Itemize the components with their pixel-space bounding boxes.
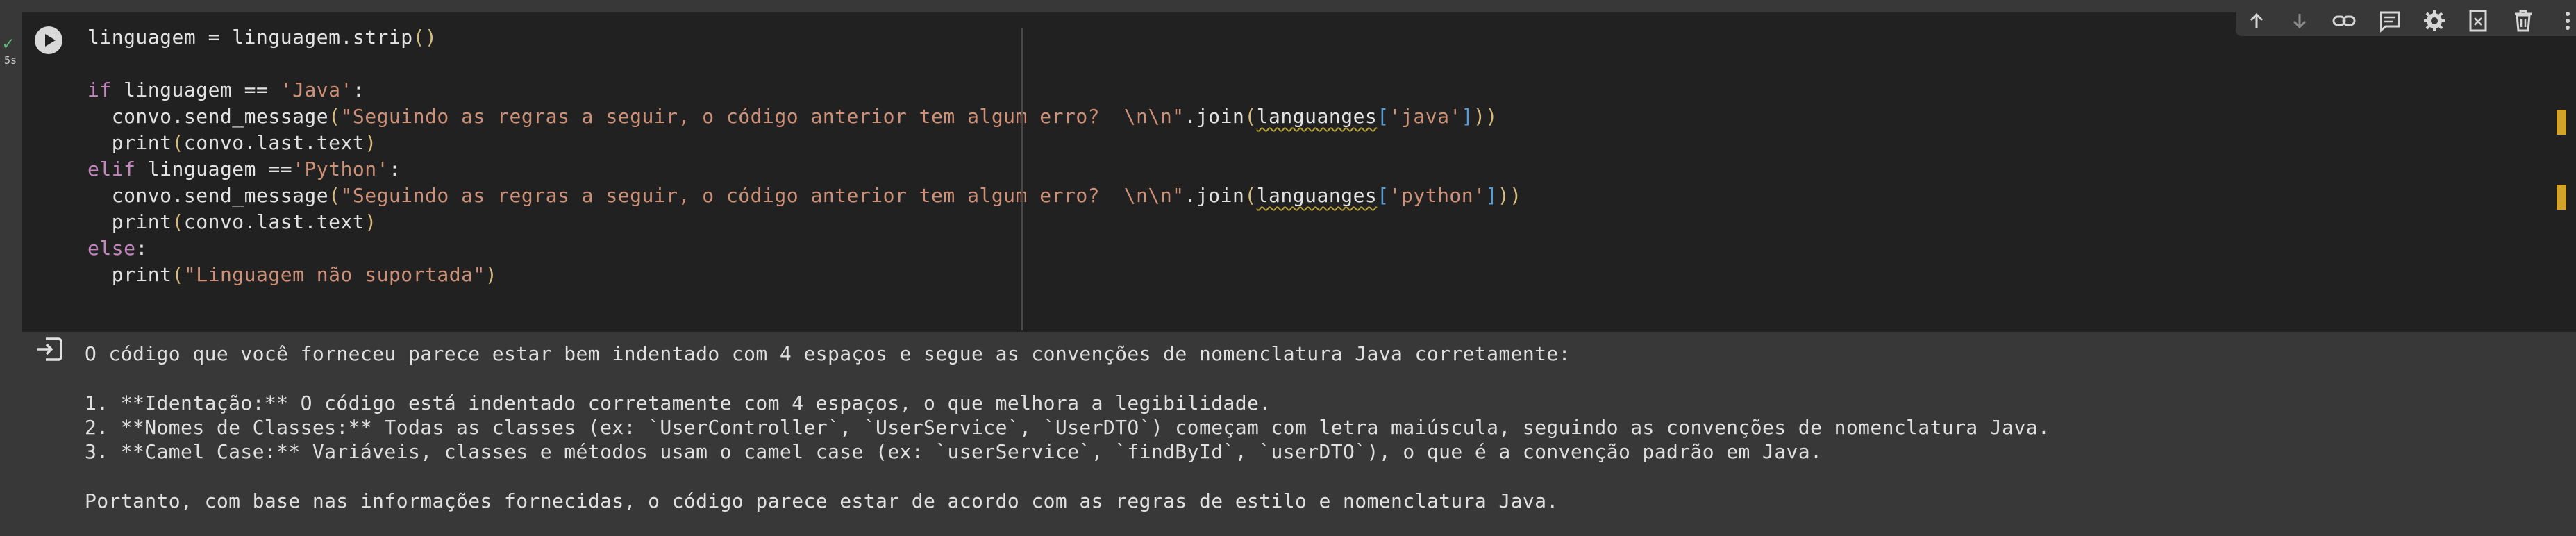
code-line[interactable]: if linguagem == 'Java': bbox=[87, 77, 1522, 103]
scrollbar-marker bbox=[2557, 110, 2566, 135]
code-token: ] bbox=[1485, 184, 1498, 207]
code-token: ( bbox=[1244, 105, 1257, 128]
link-icon[interactable] bbox=[2332, 8, 2357, 33]
code-token: "Seguindo as regras a seguir, o código a… bbox=[340, 105, 1185, 128]
code-token: () bbox=[412, 26, 437, 49]
code-token: "Linguagem não suportada" bbox=[183, 263, 485, 286]
code-token: languanges bbox=[1256, 184, 1378, 207]
top-strip bbox=[0, 0, 2576, 12]
cell-gutter: ✓ 5s bbox=[0, 12, 22, 536]
output-spacer bbox=[85, 464, 2050, 489]
code-line[interactable]: print(convo.last.text) bbox=[87, 209, 1522, 235]
code-token: [ bbox=[1377, 184, 1389, 207]
code-token: 'python' bbox=[1389, 184, 1486, 207]
code-token: "Seguindo as regras a seguir, o código a… bbox=[340, 184, 1185, 207]
move-up-icon[interactable] bbox=[2244, 8, 2269, 33]
code-token: 'java' bbox=[1389, 105, 1462, 128]
code-token: ( bbox=[172, 210, 184, 233]
output-line: O código que você forneceu parece estar … bbox=[85, 342, 1571, 365]
code-token: : bbox=[388, 158, 401, 181]
code-line[interactable]: linguagem = linguagem.strip() bbox=[87, 24, 1522, 51]
code-token: convo.last.text bbox=[183, 210, 365, 233]
code-token: languanges bbox=[1256, 105, 1378, 128]
code-token: .join bbox=[1184, 105, 1245, 128]
code-token: linguagem == bbox=[135, 158, 293, 181]
code-token: )) bbox=[1473, 105, 1498, 128]
settings-icon[interactable] bbox=[2422, 8, 2447, 33]
code-token: print bbox=[87, 210, 172, 233]
code-token: : bbox=[352, 78, 365, 101]
move-down-icon[interactable] bbox=[2287, 8, 2312, 33]
code-token: ( bbox=[328, 105, 341, 128]
code-token: 'Java' bbox=[280, 78, 353, 101]
output-line: 1. **Identação:** O código está indentad… bbox=[85, 392, 1271, 414]
output-line: 2. **Nomes de Classes:** Todas as classe… bbox=[85, 416, 2050, 439]
code-line[interactable]: convo.send_message("Seguindo as regras a… bbox=[87, 183, 1522, 209]
code-token: linguagem = linguagem.strip bbox=[87, 26, 413, 49]
code-line[interactable] bbox=[87, 51, 1522, 77]
code-token: print bbox=[87, 131, 172, 154]
code-token: ] bbox=[1461, 105, 1474, 128]
more-icon[interactable] bbox=[2555, 8, 2576, 33]
run-cell-button[interactable] bbox=[35, 26, 62, 54]
code-token: elif bbox=[87, 158, 136, 181]
line-length-ruler bbox=[1021, 28, 1023, 330]
code-token: convo.send_message bbox=[87, 184, 329, 207]
output-line: 3. **Camel Case:** Variáveis, classes e … bbox=[85, 440, 1823, 463]
code-token: 'Python' bbox=[292, 158, 389, 181]
code-token: else bbox=[87, 237, 136, 260]
code-line[interactable]: elif linguagem =='Python': bbox=[87, 156, 1522, 183]
code-token: )) bbox=[1497, 184, 1522, 207]
output-spacer bbox=[85, 366, 2050, 391]
code-token: .join bbox=[1184, 184, 1245, 207]
cell-toolbar bbox=[2236, 8, 2576, 36]
code-cell[interactable]: linguagem = linguagem.strip() if linguage… bbox=[22, 8, 2576, 332]
code-line[interactable]: else: bbox=[87, 235, 1522, 262]
code-token: if bbox=[87, 78, 112, 101]
comment-icon[interactable] bbox=[2377, 8, 2402, 33]
code-token: linguagem == bbox=[111, 78, 281, 101]
code-token: ) bbox=[365, 131, 377, 154]
code-token: ( bbox=[1244, 184, 1257, 207]
code-line[interactable]: convo.send_message("Seguindo as regras a… bbox=[87, 103, 1522, 130]
code-token: print bbox=[87, 263, 172, 286]
output-text: O código que você forneceu parece estar … bbox=[85, 342, 2050, 513]
code-editor[interactable]: linguagem = linguagem.strip() if linguage… bbox=[87, 24, 1522, 288]
code-token: convo.last.text bbox=[183, 131, 365, 154]
code-token: ( bbox=[328, 184, 341, 207]
code-token: : bbox=[135, 237, 148, 260]
cell-output: O código que você forneceu parece estar … bbox=[22, 332, 2576, 536]
output-line: Portanto, com base nas informações forne… bbox=[85, 489, 1559, 512]
code-token: ) bbox=[485, 263, 498, 286]
code-line[interactable]: print(convo.last.text) bbox=[87, 130, 1522, 156]
delete-icon[interactable] bbox=[2511, 8, 2536, 33]
execution-time: 5s bbox=[3, 54, 17, 67]
mirror-cell-icon[interactable] bbox=[2466, 8, 2491, 33]
code-token: [ bbox=[1377, 105, 1389, 128]
code-token: convo.send_message bbox=[87, 105, 329, 128]
output-icon[interactable] bbox=[36, 337, 62, 361]
code-token: ) bbox=[365, 210, 377, 233]
check-icon: ✓ bbox=[3, 33, 14, 54]
code-token: ( bbox=[172, 263, 184, 286]
code-line[interactable]: print("Linguagem não suportada") bbox=[87, 262, 1522, 288]
code-token: ( bbox=[172, 131, 184, 154]
scrollbar-marker bbox=[2557, 185, 2566, 210]
